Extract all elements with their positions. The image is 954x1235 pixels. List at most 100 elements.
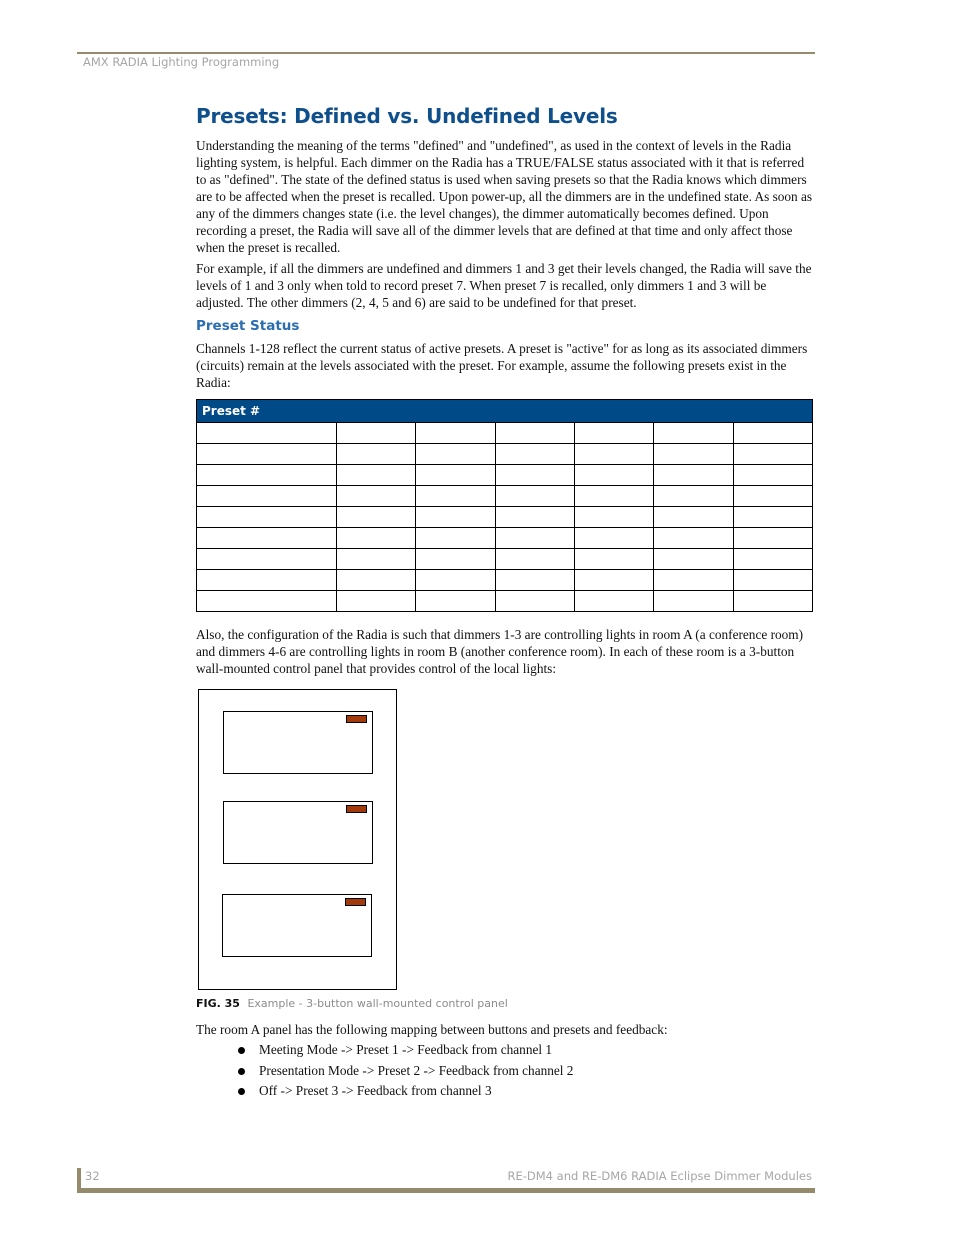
table-cell xyxy=(494,527,575,549)
table-cell xyxy=(573,443,655,465)
table-row xyxy=(196,527,814,549)
table-cell xyxy=(573,569,655,591)
table-cell xyxy=(335,443,417,465)
panel-button-2 xyxy=(223,801,373,864)
table-cell xyxy=(196,569,337,591)
table-cell xyxy=(573,485,655,507)
preset-table: Preset # xyxy=(196,399,814,612)
table-cell xyxy=(494,506,575,528)
table-cell xyxy=(573,422,655,444)
table-row xyxy=(196,548,814,570)
table-cell xyxy=(732,569,814,591)
table-cell xyxy=(494,569,575,591)
table-cell xyxy=(335,506,417,528)
table-cell xyxy=(573,506,655,528)
table-row xyxy=(196,485,814,507)
table-cell xyxy=(653,548,734,570)
table-cell xyxy=(494,485,575,507)
table-cell xyxy=(196,464,337,486)
bullet-icon xyxy=(238,1088,245,1095)
table-row xyxy=(196,464,814,486)
table-cell xyxy=(573,548,655,570)
mapping-item: Presentation Mode -> Preset 2 -> Feedbac… xyxy=(196,1061,573,1082)
table-cell xyxy=(494,548,575,570)
figure-label: FIG. 35 xyxy=(196,997,240,1010)
mapping-item: Off -> Preset 3 -> Feedback from channel… xyxy=(196,1081,573,1102)
table-cell xyxy=(653,422,734,444)
panel-button-1 xyxy=(223,711,373,774)
table-cell xyxy=(732,527,814,549)
table-cell xyxy=(335,485,417,507)
figure-caption: FIG. 35 Example - 3-button wall-mounted … xyxy=(196,997,508,1010)
header-rule xyxy=(77,52,815,54)
table-cell xyxy=(653,485,734,507)
bullet-icon xyxy=(238,1067,245,1075)
table-cell xyxy=(573,590,655,612)
table-cell xyxy=(335,464,417,486)
table-row xyxy=(196,506,814,528)
figure-caption-text: Example - 3-button wall-mounted control … xyxy=(247,997,508,1010)
panel-button-3 xyxy=(222,894,372,957)
table-cell xyxy=(196,548,337,570)
table-cell xyxy=(335,422,417,444)
table-cell xyxy=(196,443,337,465)
table-cell xyxy=(415,527,496,549)
table-cell xyxy=(335,527,417,549)
table-cell xyxy=(335,548,417,570)
feedback-led-icon xyxy=(345,898,366,906)
page-number: 32 xyxy=(85,1169,100,1183)
table-cell xyxy=(653,443,734,465)
table-cell xyxy=(335,569,417,591)
footer-rule xyxy=(77,1188,815,1193)
feedback-led-icon xyxy=(346,805,367,813)
table-row xyxy=(196,443,814,465)
table-cell xyxy=(415,590,496,612)
table-cell xyxy=(196,590,337,612)
preset-status-paragraph: Channels 1-128 reflect the current statu… xyxy=(196,341,808,390)
table-cell xyxy=(415,485,496,507)
section-title: Presets: Defined vs. Undefined Levels xyxy=(196,104,618,128)
room-config-paragraph: Also, the configuration of the Radia is … xyxy=(196,627,804,676)
table-cell xyxy=(732,485,814,507)
mapping-intro: The room A panel has the following mappi… xyxy=(196,1022,668,1037)
footer-document-title: RE-DM4 and RE-DM6 RADIA Eclipse Dimmer M… xyxy=(507,1169,813,1183)
table-cell xyxy=(732,506,814,528)
table-cell xyxy=(196,527,337,549)
table-cell xyxy=(335,590,417,612)
table-cell xyxy=(732,443,814,465)
table-cell xyxy=(653,569,734,591)
table-row xyxy=(196,590,814,612)
subsection-title: Preset Status xyxy=(196,318,300,334)
table-cell xyxy=(494,443,575,465)
bullet-icon xyxy=(238,1047,245,1054)
running-header: AMX RADIA Lighting Programming xyxy=(83,55,280,69)
table-cell xyxy=(573,464,655,486)
table-cell xyxy=(732,464,814,486)
feedback-led-icon xyxy=(346,715,367,723)
table-cell xyxy=(494,590,575,612)
table-cell xyxy=(573,527,655,549)
table-cell xyxy=(494,464,575,486)
table-cell xyxy=(415,506,496,528)
document-page: AMX RADIA Lighting Programming Presets: … xyxy=(0,0,954,1235)
table-cell xyxy=(653,527,734,549)
table-cell xyxy=(196,422,337,444)
table-cell xyxy=(653,506,734,528)
preset-table-header: Preset # xyxy=(196,399,813,423)
table-cell xyxy=(415,464,496,486)
table-cell xyxy=(653,590,734,612)
intro-paragraph: Understanding the meaning of the terms "… xyxy=(196,138,813,255)
table-cell xyxy=(732,422,814,444)
table-cell xyxy=(732,548,814,570)
control-panel-figure xyxy=(198,689,397,990)
example-paragraph: For example, if all the dimmers are unde… xyxy=(196,261,812,310)
table-row xyxy=(196,569,814,591)
table-cell xyxy=(415,422,496,444)
table-cell xyxy=(732,590,814,612)
table-cell xyxy=(415,443,496,465)
table-cell xyxy=(494,422,575,444)
table-row xyxy=(196,422,814,444)
table-cell xyxy=(653,464,734,486)
table-cell xyxy=(196,506,337,528)
table-cell xyxy=(415,548,496,570)
